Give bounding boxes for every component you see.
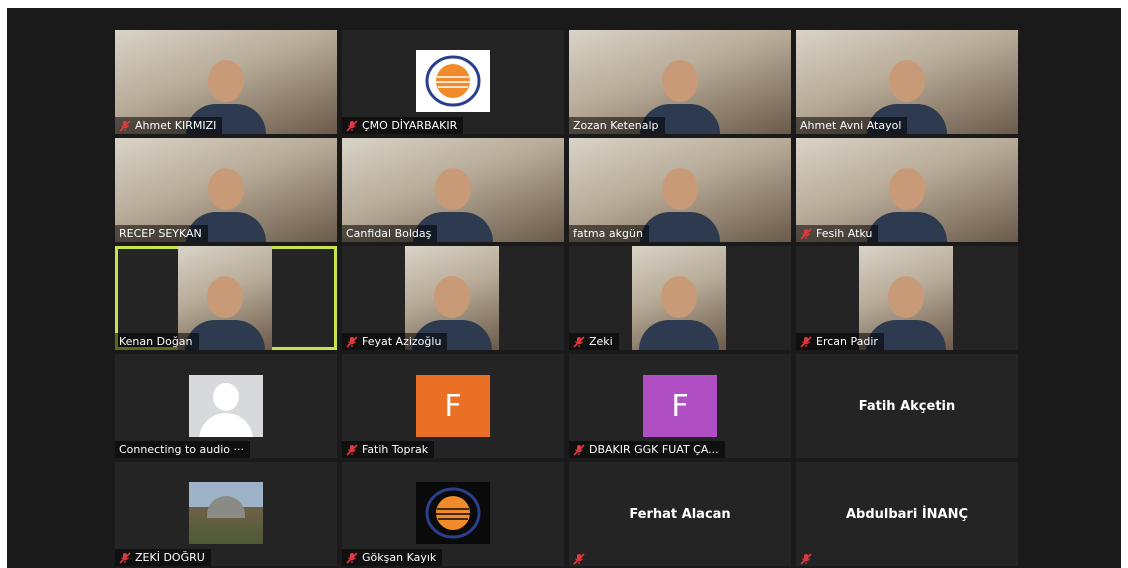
name-bar: RECEP SEYKAN: [115, 225, 208, 242]
participant-logo: [416, 482, 490, 544]
name-bar: Ahmet Avni Atayol: [796, 117, 908, 134]
participant-name: Ercan Padir: [816, 335, 878, 348]
participant-tile[interactable]: Ferhat Alacan: [569, 462, 791, 566]
participant-name: fatma akgün: [573, 227, 643, 240]
name-bar: Zozan Ketenalp: [569, 117, 665, 134]
participant-tile[interactable]: Ahmet KIRMIZI: [115, 30, 337, 134]
participant-tile[interactable]: Ercan Padir: [796, 246, 1018, 350]
microphone-muted-icon: [346, 119, 358, 132]
participant-name: ZEKİ DOĞRU: [135, 551, 205, 564]
participant-name: Connecting to audio ···: [119, 443, 244, 456]
letter-avatar: F: [643, 375, 717, 437]
participant-name: Zeki: [589, 335, 613, 348]
participant-tile[interactable]: ZEKİ DOĞRU: [115, 462, 337, 566]
participant-display-name: Ferhat Alacan: [629, 506, 731, 522]
participant-name: Ahmet KIRMIZI: [135, 119, 217, 132]
name-bar: ZEKİ DOĞRU: [115, 549, 211, 566]
microphone-muted-icon: [573, 443, 585, 456]
participant-name: Zozan Ketenalp: [573, 119, 659, 132]
participant-display-name: Fatih Akçetin: [858, 398, 956, 414]
organization-logo-icon: [425, 55, 481, 107]
profile-photo: [189, 482, 263, 544]
participant-tile[interactable]: Connecting to audio ···: [115, 354, 337, 458]
name-bar: Ahmet KIRMIZI: [115, 117, 223, 134]
participant-name: RECEP SEYKAN: [119, 227, 202, 240]
name-bar: ÇMO DİYARBAKIR: [342, 117, 464, 134]
participant-name: Kenan Doğan: [119, 335, 193, 348]
participant-video: [632, 246, 726, 350]
name-bar: fatma akgün: [569, 225, 649, 242]
participant-tile[interactable]: Abdulbari İNANÇ: [796, 462, 1018, 566]
name-bar: Zeki: [569, 333, 619, 350]
meeting-window: Ahmet KIRMIZI ÇMO DİYARBAKIR Zozan Ketenal…: [7, 8, 1121, 568]
participant-tile[interactable]: F DBAKIR GGK FUAT ÇA...: [569, 354, 791, 458]
participant-name: Gökşan Kayık: [362, 551, 437, 564]
participant-tile[interactable]: Feyat Azizoğlu: [342, 246, 564, 350]
participant-tile[interactable]: Fesih Atku: [796, 138, 1018, 242]
participant-grid: Ahmet KIRMIZI ÇMO DİYARBAKIR Zozan Ketenal…: [115, 30, 1018, 566]
user-avatar-icon: [189, 375, 263, 437]
name-bar: Fesih Atku: [796, 225, 879, 242]
name-bar: DBAKIR GGK FUAT ÇA...: [569, 441, 725, 458]
letter-avatar: F: [416, 375, 490, 437]
name-bar: Gökşan Kayık: [342, 549, 443, 566]
microphone-muted-icon: [800, 335, 812, 348]
participant-tile[interactable]: RECEP SEYKAN: [115, 138, 337, 242]
participant-name: Ahmet Avni Atayol: [800, 119, 902, 132]
participant-tile[interactable]: fatma akgün: [569, 138, 791, 242]
microphone-muted-icon: [573, 335, 585, 348]
participant-tile[interactable]: Canfidal Boldaş: [342, 138, 564, 242]
name-bar: Fatih Toprak: [342, 441, 435, 458]
participant-tile[interactable]: Zozan Ketenalp: [569, 30, 791, 134]
microphone-muted-icon: [119, 119, 131, 132]
organization-logo-icon: [425, 487, 481, 539]
name-bar: Feyat Azizoğlu: [342, 333, 448, 350]
participant-logo: [416, 50, 490, 112]
participant-tile[interactable]: Gökşan Kayık: [342, 462, 564, 566]
participant-tile[interactable]: ÇMO DİYARBAKIR: [342, 30, 564, 134]
participant-tile[interactable]: Kenan Doğan: [115, 246, 337, 350]
name-bar: Canfidal Boldaş: [342, 225, 438, 242]
participant-tile[interactable]: Ahmet Avni Atayol: [796, 30, 1018, 134]
participant-name: Fesih Atku: [816, 227, 873, 240]
participant-tile[interactable]: Zeki: [569, 246, 791, 350]
microphone-muted-icon: [800, 553, 812, 565]
microphone-muted-icon: [119, 551, 131, 564]
name-bar: Ercan Padir: [796, 333, 884, 350]
participant-figure: [867, 168, 947, 242]
participant-name: Feyat Azizoğlu: [362, 335, 442, 348]
name-bar: [796, 552, 818, 566]
microphone-muted-icon: [573, 553, 585, 565]
name-bar: Connecting to audio ···: [115, 441, 250, 458]
participant-figure: [639, 276, 719, 350]
microphone-muted-icon: [800, 227, 812, 240]
microphone-muted-icon: [346, 551, 358, 564]
participant-figure: [640, 168, 720, 242]
participant-tile[interactable]: Fatih Akçetin: [796, 354, 1018, 458]
participant-name: ÇMO DİYARBAKIR: [362, 119, 458, 132]
microphone-muted-icon: [346, 443, 358, 456]
participant-display-name: Abdulbari İNANÇ: [845, 506, 969, 522]
participant-name: DBAKIR GGK FUAT ÇA...: [589, 443, 719, 456]
participant-name: Canfidal Boldaş: [346, 227, 432, 240]
name-bar: Kenan Doğan: [115, 333, 199, 350]
participant-tile[interactable]: F Fatih Toprak: [342, 354, 564, 458]
microphone-muted-icon: [346, 335, 358, 348]
participant-name: Fatih Toprak: [362, 443, 429, 456]
name-bar: [569, 552, 591, 566]
